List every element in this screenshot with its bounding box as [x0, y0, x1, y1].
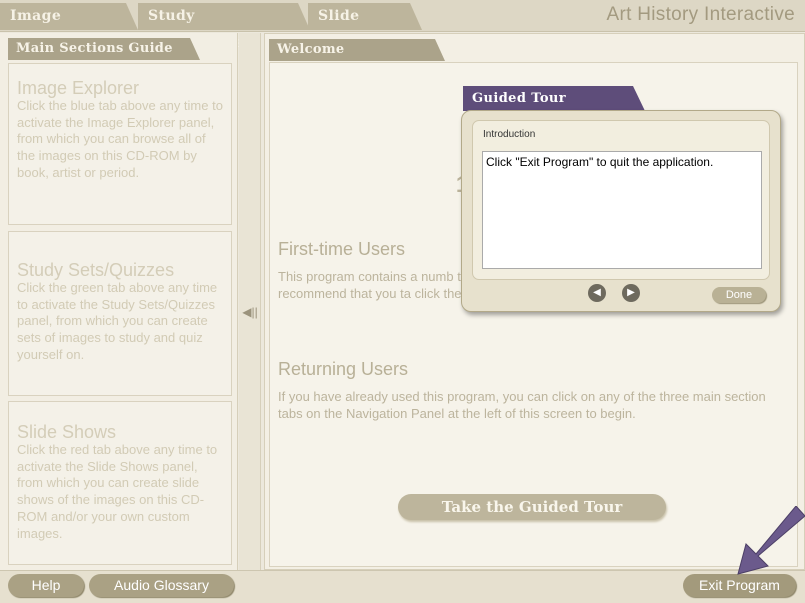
left-arrow-icon[interactable]: ◀ — [588, 284, 606, 302]
help-button[interactable]: Help — [8, 574, 84, 597]
panel-splitter[interactable]: ◀|| — [239, 33, 261, 570]
returning-users-text: If you have already used this program, y… — [278, 389, 766, 421]
welcome-header: Welcome — [269, 39, 445, 61]
dialog-content-frame: Introduction Click "Exit Program" to qui… — [472, 120, 770, 280]
tab-image-explorer[interactable]: Image Explorer — [0, 3, 138, 51]
done-button[interactable]: Done — [712, 287, 766, 303]
right-arrow-icon[interactable]: ▶ — [622, 284, 640, 302]
guided-tour-tab: Guided Tour — [463, 86, 645, 111]
returning-users-heading: Returning Users — [278, 359, 409, 379]
exit-program-button[interactable]: Exit Program — [683, 574, 796, 597]
app-title: Art History Interactive — [606, 4, 795, 25]
main-sections-guide-panel: Main Sections Guide Image Explorer Click… — [0, 33, 238, 570]
dialog-section-label: Introduction — [483, 129, 536, 140]
take-guided-tour-button[interactable]: Take the Guided Tour — [398, 494, 666, 520]
guide-header: Main Sections Guide — [8, 38, 200, 60]
guide-card-title: Study Sets/Quizzes — [17, 260, 175, 280]
guide-card-slide-shows: Slide Shows Click the red tab above any … — [8, 401, 232, 565]
guide-card-image-explorer: Image Explorer Click the blue tab above … — [8, 63, 232, 225]
first-time-users-heading: First-time Users — [278, 239, 405, 259]
guide-card-text: Click the red tab above any time to acti… — [17, 442, 218, 541]
guide-card-text: Click the green tab above any time to ac… — [17, 280, 218, 362]
guide-card-title: Image Explorer — [17, 78, 140, 98]
pointer-arrow-icon — [737, 506, 805, 575]
tab-slide-shows[interactable]: Slide Shows — [308, 3, 422, 51]
collapse-handle-icon[interactable]: ◀|| — [242, 305, 258, 319]
dialog-text-box: Click "Exit Program" to quit the applica… — [482, 151, 762, 269]
audio-glossary-button[interactable]: Audio Glossary — [89, 574, 234, 597]
guide-card-title: Slide Shows — [17, 422, 117, 442]
tab-study-sets-quizzes[interactable]: Study Sets/Quizzes — [138, 3, 310, 51]
guide-card-study-sets: Study Sets/Quizzes Click the green tab a… — [8, 231, 232, 396]
top-tab-bar: Image Explorer Study Sets/Quizzes Slide … — [0, 0, 805, 51]
guided-tour-dialog: Introduction Click "Exit Program" to qui… — [461, 110, 781, 312]
guide-card-text: Click the blue tab above any time to act… — [17, 98, 223, 180]
